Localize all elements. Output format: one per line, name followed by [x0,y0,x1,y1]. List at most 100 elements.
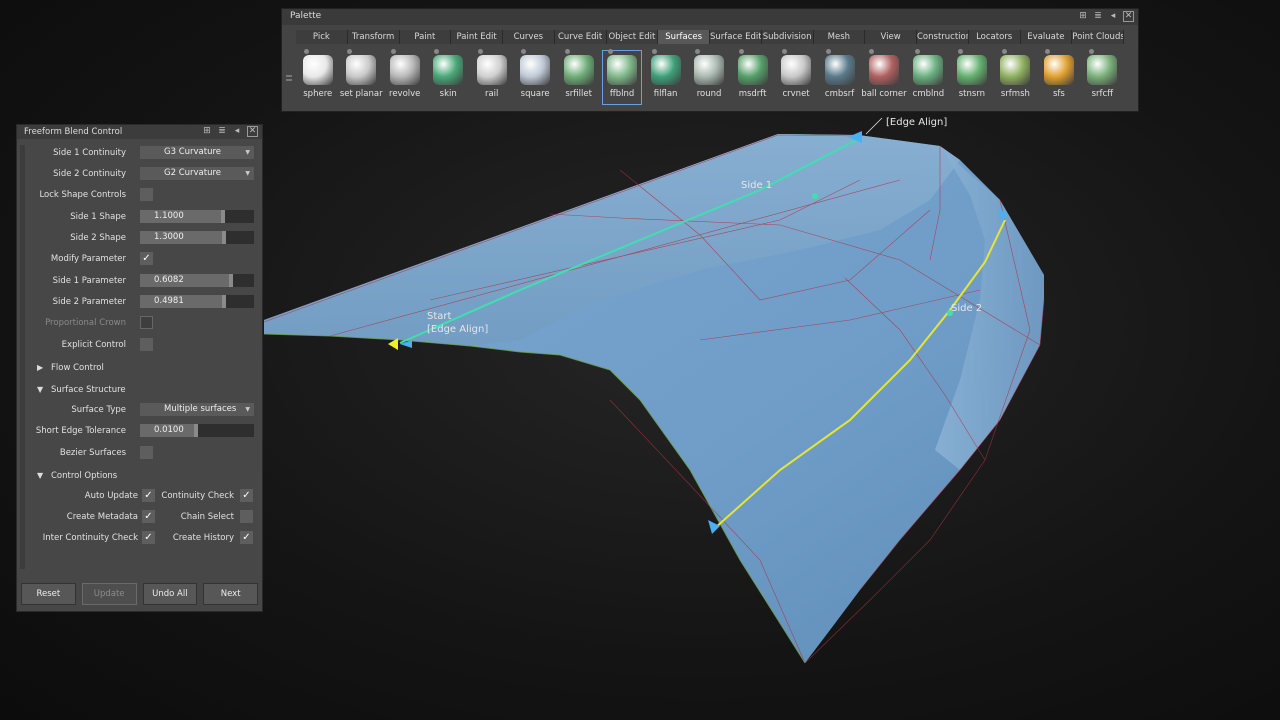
start-label: Start [427,311,452,322]
option-dot-icon[interactable] [1088,49,1094,54]
inter-continuity-checkbox[interactable]: ✓ [142,531,155,544]
tab-paint-edit[interactable]: Paint Edit [451,30,503,44]
tool-filflan[interactable]: filflan [644,49,687,107]
tool-frame [952,50,991,105]
tab-curves[interactable]: Curves [503,30,555,44]
tab-transform[interactable]: Transform [347,30,400,44]
tool-ball-corner[interactable]: ball corner [861,49,907,107]
option-dot-icon[interactable] [1001,49,1007,54]
tool-srfmsh[interactable]: srfmsh [994,49,1037,107]
side2-continuity-select[interactable]: G2 Curvature [140,167,254,180]
tab-pick[interactable]: Pick [296,30,348,44]
tab-view[interactable]: View [865,30,917,44]
dock-icon[interactable]: ⊞ [202,126,212,136]
create-metadata-checkbox[interactable]: ✓ [142,510,155,523]
chain-select-checkbox[interactable] [240,510,253,523]
undo-all-button[interactable]: Undo All [142,583,198,605]
tool-crvnet[interactable]: crvnet [774,49,817,107]
blend-surface[interactable] [263,117,1045,664]
control-options-row-1: Auto Update ✓ Continuity Check ✓ [27,488,254,504]
bezier-checkbox[interactable] [140,446,153,459]
short-edge-slider[interactable]: 0.0100 [140,424,254,437]
option-dot-icon[interactable] [914,49,920,54]
tool-cmbsrf[interactable]: cmbsrf [818,49,861,107]
tab-surface-edit[interactable]: Surface Edit [710,30,762,44]
blend-titlebar[interactable]: Freeform Blend Control ⊞ ≣ ◂ ✕ [17,125,262,139]
tool-set-planar[interactable]: set planar [339,49,383,107]
tool-sfs[interactable]: sfs [1037,49,1080,107]
surface-type-select[interactable]: Multiple surfaces [140,403,254,416]
option-dot-icon[interactable] [390,49,396,54]
tool-srfillet[interactable]: srfillet [557,49,600,107]
surface-type-label: Surface Type [71,405,126,415]
tool-stnsrn[interactable]: stnsrn [950,49,993,107]
palette-tabs: Pick Transform Paint Paint Edit Curves Curve … [296,30,1124,44]
tool-cmblnd[interactable]: cmblnd [907,49,950,107]
side2-shape-label: Side 2 Shape [70,233,126,243]
tool-sphere[interactable]: sphere [296,49,339,107]
option-dot-icon[interactable] [738,49,744,54]
dock-icon[interactable]: ⊞ [1078,11,1088,21]
close-icon[interactable]: ✕ [1123,11,1134,22]
tool-frame [602,50,642,105]
modify-param-checkbox[interactable]: ✓ [140,252,153,265]
tool-skin[interactable]: skin [426,49,469,107]
tool-rail[interactable]: rail [470,49,513,107]
tab-mesh[interactable]: Mesh [813,30,866,44]
blend-button-bar: Reset Update Undo All Next [21,583,258,605]
flow-control-section[interactable]: ▶ Flow Control [27,360,254,378]
side2-param-slider[interactable]: 0.4981 [140,295,254,308]
option-dot-icon[interactable] [477,49,483,54]
tab-construction[interactable]: Construction [917,30,969,44]
reset-button[interactable]: Reset [21,583,76,605]
side1-continuity-select[interactable]: G3 Curvature [140,146,254,159]
short-edge-value: 0.0100 [154,425,184,435]
control-options-label: Control Options [51,471,118,481]
tab-point-clouds[interactable]: Point Clouds [1072,30,1124,44]
side2-shape-slider[interactable]: 1.3000 [140,231,254,244]
tab-object-edit[interactable]: Object Edit [606,30,659,44]
lock-shape-checkbox[interactable] [140,188,153,201]
prop-crown-checkbox[interactable] [140,316,153,329]
menu-icon[interactable]: ≣ [1093,11,1103,21]
tab-locators[interactable]: Locators [968,30,1021,44]
tab-surfaces[interactable]: Surfaces [658,30,710,44]
option-dot-icon[interactable] [651,49,657,54]
create-history-checkbox[interactable]: ✓ [240,531,253,544]
tab-paint[interactable]: Paint [399,30,452,44]
palette-grip-icon[interactable] [286,75,292,77]
tool-square[interactable]: square [513,49,556,107]
tool-msdrft[interactable]: msdrft [731,49,774,107]
tool-frame [776,50,815,105]
next-button[interactable]: Next [203,583,258,605]
tab-curve-edit[interactable]: Curve Edit [554,30,607,44]
panel-scroll-strip[interactable] [20,145,25,569]
surface-structure-section[interactable]: ▼ Surface Structure [27,382,254,400]
menu-icon[interactable]: ≣ [217,126,227,136]
continuity-check-checkbox[interactable]: ✓ [240,489,253,502]
tool-round[interactable]: round [687,49,730,107]
tab-subdivision[interactable]: Subdivision [761,30,814,44]
tool-ffblnd[interactable]: ffblnd [600,49,643,107]
explicit-checkbox[interactable] [140,338,153,351]
auto-update-checkbox[interactable]: ✓ [142,489,155,502]
edge-align-top-label: [Edge Align] [886,117,947,128]
tool-srfcff[interactable]: srfcff [1081,49,1124,107]
side1-param-slider[interactable]: 0.6082 [140,274,254,287]
palette-titlebar[interactable]: Palette ⊞ ≣ ◂ ✕ [282,9,1138,25]
surface-type-row: Surface Type Multiple surfaces [27,402,254,418]
control-options-section[interactable]: ▼ Control Options [27,468,254,486]
tab-evaluate[interactable]: Evaluate [1020,30,1073,44]
side1-shape-value: 1.1000 [154,211,184,221]
collapse-arrow-icon[interactable]: ◂ [232,126,242,136]
side1-param-label: Side 1 Parameter [52,276,126,286]
palette-grip-icon[interactable] [286,79,292,81]
update-button[interactable]: Update [81,583,137,605]
option-dot-icon[interactable] [564,49,570,54]
side1-shape-slider[interactable]: 1.1000 [140,210,254,223]
option-dot-icon[interactable] [825,49,831,54]
option-dot-icon[interactable] [304,49,309,54]
close-icon[interactable]: ✕ [247,126,258,137]
collapse-arrow-icon[interactable]: ◂ [1108,11,1118,21]
tool-revolve[interactable]: revolve [383,49,426,107]
